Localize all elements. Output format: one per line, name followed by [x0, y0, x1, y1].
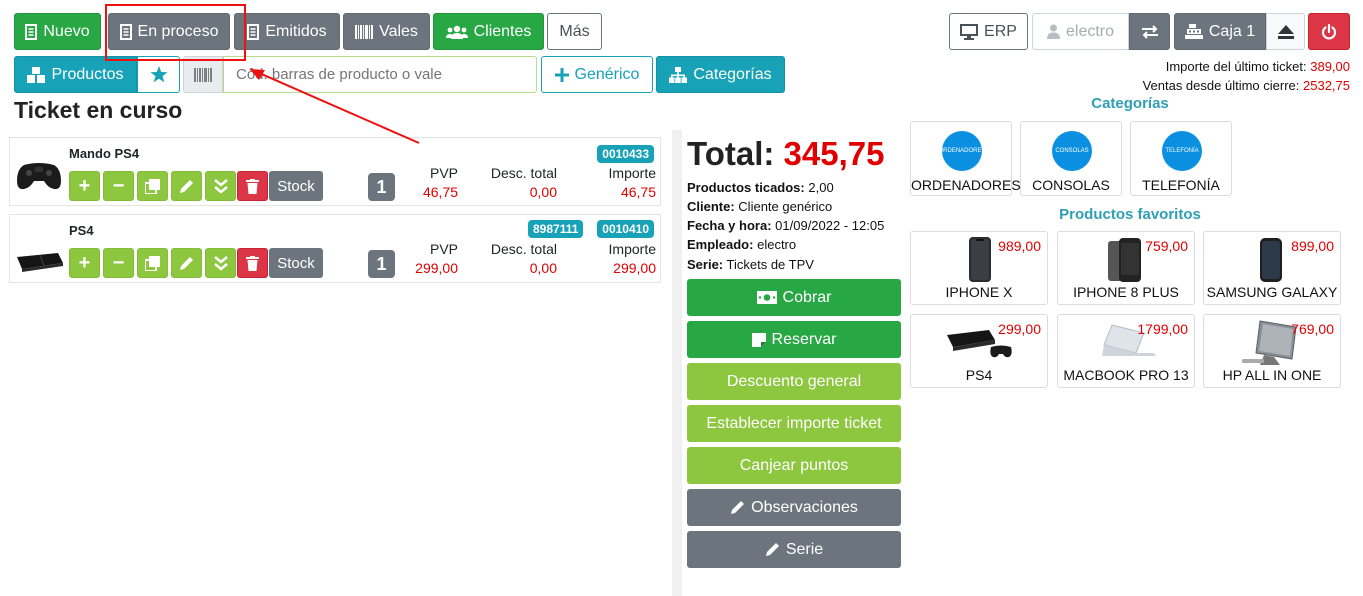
annotation-arrow: [249, 68, 420, 144]
